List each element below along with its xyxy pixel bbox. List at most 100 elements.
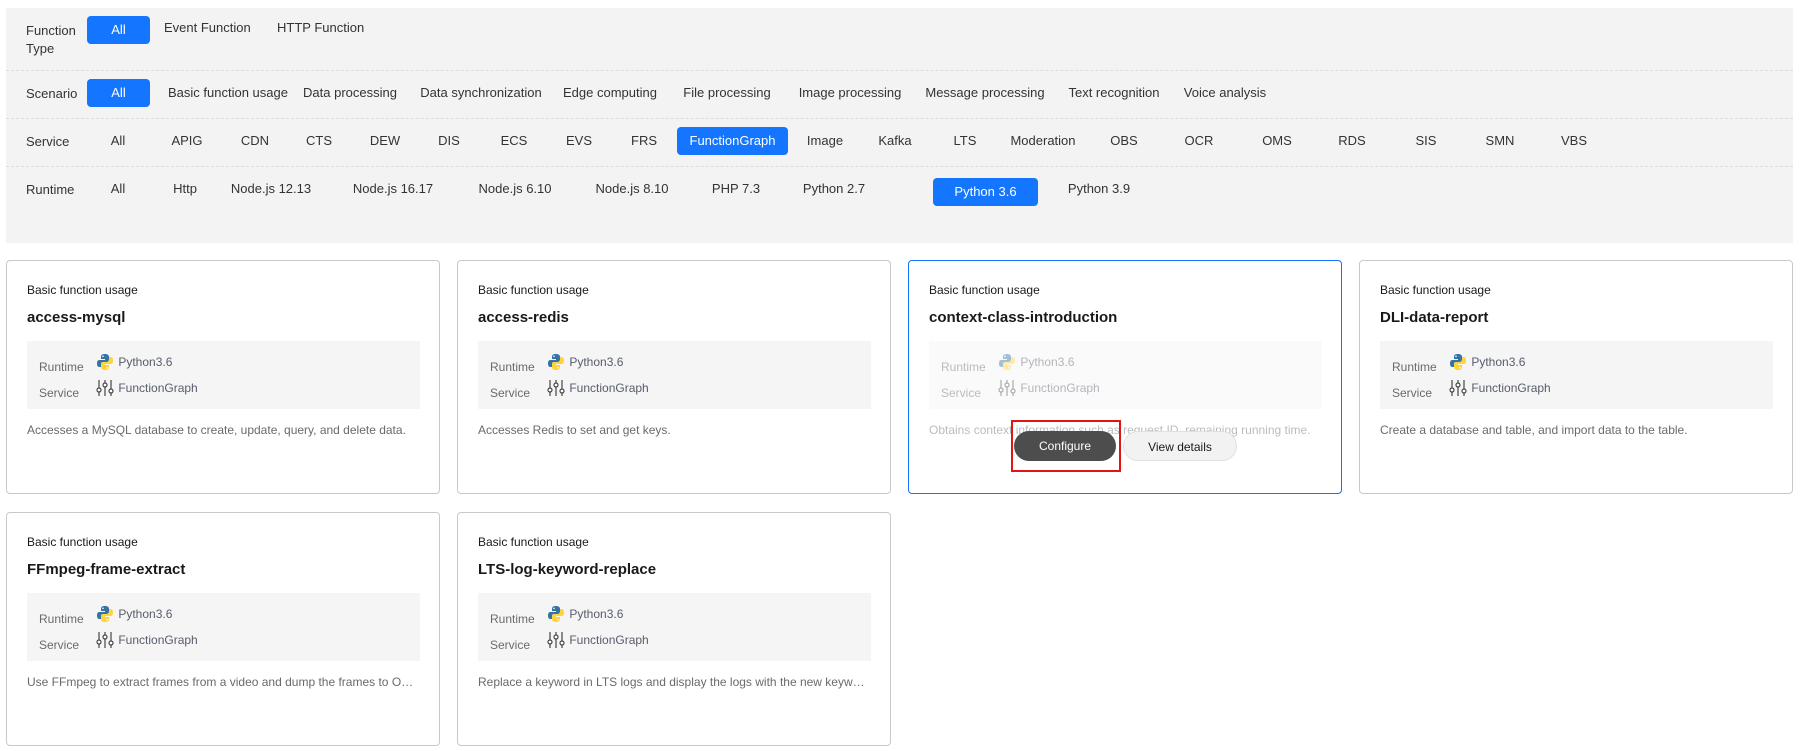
runtime-option-nodejs-6-10[interactable]: Node.js 6.10 — [476, 175, 554, 203]
service-option-frs[interactable]: FRS — [626, 127, 662, 155]
service-option-obs[interactable]: OBS — [1106, 127, 1142, 155]
highlight-box — [1011, 420, 1121, 472]
service-option-smn[interactable]: SMN — [1481, 127, 1519, 155]
runtime-option-python-3-6[interactable]: Python 3.6 — [933, 178, 1038, 206]
card-category: Basic function usage — [27, 283, 138, 297]
python-icon — [1449, 353, 1467, 371]
python-icon — [547, 605, 565, 623]
runtime-option-python-3-9[interactable]: Python 3.9 — [1061, 175, 1137, 203]
runtime-option-nodejs-16-17[interactable]: Node.js 16.17 — [351, 175, 435, 203]
runtime-info-label: Runtime — [941, 360, 986, 374]
scenario-option-file-processing[interactable]: File processing — [681, 79, 773, 107]
service-option-rds[interactable]: RDS — [1334, 127, 1370, 155]
card-service-row: Service FunctionGraph — [941, 379, 1100, 400]
runtime-info-label: Runtime — [39, 612, 84, 626]
card-runtime-row: Runtime Python3.6 — [490, 605, 623, 626]
function-type-option-all[interactable]: All — [87, 16, 150, 44]
service-option-cts[interactable]: CTS — [301, 127, 337, 155]
card-runtime-row: Runtime Python3.6 — [39, 605, 173, 626]
card-title: context-class-introduction — [929, 309, 1118, 326]
service-option-cdn[interactable]: CDN — [237, 127, 273, 155]
service-option-functiongraph[interactable]: FunctionGraph — [677, 127, 788, 155]
service-row: Service All APIG CDN CTS DEW DIS ECS EVS… — [6, 118, 1793, 167]
card-info-box: Runtime Python3.6 Service FunctionGraph — [478, 593, 871, 661]
service-option-lts[interactable]: LTS — [947, 127, 983, 155]
service-option-all[interactable]: All — [101, 127, 135, 155]
service-value: FunctionGraph — [118, 381, 198, 395]
runtime-row: Runtime All Http Node.js 12.13 Node.js 1… — [6, 166, 1793, 214]
runtime-option-all[interactable]: All — [101, 175, 135, 203]
card-description: Replace a keyword in LTS logs and displa… — [478, 675, 871, 689]
service-option-sis[interactable]: SIS — [1410, 127, 1442, 155]
card-runtime-row: Runtime Python3.6 — [490, 353, 623, 374]
template-card-access-mysql[interactable]: Basic function usage access-mysql Runtim… — [6, 260, 440, 494]
card-category: Basic function usage — [478, 283, 589, 297]
card-description: Accesses Redis to set and get keys. — [478, 423, 671, 437]
scenario-option-text-recognition[interactable]: Text recognition — [1061, 79, 1167, 107]
function-type-option-event[interactable]: Event Function — [164, 14, 251, 42]
scenario-label: Scenario — [26, 86, 78, 101]
card-service-row: Service FunctionGraph — [490, 631, 649, 652]
service-option-evs[interactable]: EVS — [561, 127, 597, 155]
scenario-option-data-processing[interactable]: Data processing — [303, 79, 397, 107]
service-option-oms[interactable]: OMS — [1258, 127, 1296, 155]
runtime-info-label: Runtime — [39, 360, 84, 374]
service-option-ocr[interactable]: OCR — [1181, 127, 1217, 155]
template-card-dli-data-report[interactable]: Basic function usage DLI-data-report Run… — [1359, 260, 1793, 494]
runtime-info-label: Runtime — [490, 612, 535, 626]
card-title: LTS-log-keyword-replace — [478, 561, 657, 578]
scenario-option-basic[interactable]: Basic function usage — [164, 79, 292, 107]
runtime-value: Python3.6 — [1471, 355, 1526, 369]
service-option-kafka[interactable]: Kafka — [873, 127, 917, 155]
runtime-option-php-7-3[interactable]: PHP 7.3 — [708, 175, 764, 203]
runtime-option-http[interactable]: Http — [168, 175, 202, 203]
card-runtime-row: Runtime Python3.6 — [1392, 353, 1526, 374]
service-info-label: Service — [1392, 386, 1433, 400]
runtime-label: Runtime — [26, 182, 75, 197]
template-card-context-class-introduction[interactable]: Basic function usage context-class-intro… — [908, 260, 1342, 494]
card-title: FFmpeg-frame-extract — [27, 561, 186, 578]
template-card-ffmpeg-frame-extract[interactable]: Basic function usage FFmpeg-frame-extrac… — [6, 512, 440, 746]
scenario-option-message-processing[interactable]: Message processing — [921, 79, 1049, 107]
service-info-label: Service — [39, 386, 80, 400]
service-option-ecs[interactable]: ECS — [496, 127, 532, 155]
python-icon — [547, 353, 565, 371]
service-option-vbs[interactable]: VBS — [1556, 127, 1592, 155]
python-icon — [96, 353, 114, 371]
view-details-button[interactable]: View details — [1123, 431, 1237, 461]
scenario-option-data-sync[interactable]: Data synchronization — [420, 79, 542, 107]
python-icon — [96, 605, 114, 623]
service-option-moderation[interactable]: Moderation — [1004, 127, 1082, 155]
runtime-option-nodejs-12-13[interactable]: Node.js 12.13 — [229, 175, 313, 203]
service-value: FunctionGraph — [1020, 381, 1100, 395]
runtime-option-python-2-7[interactable]: Python 2.7 — [796, 175, 872, 203]
function-type-label: Function Type — [26, 23, 76, 56]
card-description: Create a database and table, and import … — [1380, 423, 1688, 437]
scenario-option-all[interactable]: All — [87, 79, 150, 107]
card-category: Basic function usage — [27, 535, 138, 549]
functiongraph-icon — [96, 379, 114, 397]
card-runtime-row: Runtime Python3.6 — [39, 353, 172, 374]
function-type-option-http[interactable]: HTTP Function — [277, 14, 364, 42]
service-value: FunctionGraph — [569, 381, 649, 395]
service-option-image[interactable]: Image — [801, 127, 849, 155]
card-description: Use FFmpeg to extract frames from a vide… — [27, 675, 420, 689]
service-option-dew[interactable]: DEW — [366, 127, 404, 155]
card-info-box: Runtime Python3.6 Service FunctionGraph — [929, 341, 1322, 409]
scenario-option-edge-computing[interactable]: Edge computing — [563, 79, 657, 107]
runtime-option-nodejs-8-10[interactable]: Node.js 8.10 — [593, 175, 671, 203]
card-service-row: Service FunctionGraph — [1392, 379, 1551, 400]
scenario-option-image-processing[interactable]: Image processing — [796, 79, 904, 107]
functiongraph-icon — [998, 379, 1016, 397]
card-info-box: Runtime Python3.6 Service FunctionGraph — [27, 593, 420, 661]
card-description: Obtains context information such as requ… — [929, 423, 1311, 437]
card-runtime-row: Runtime Python3.6 — [941, 353, 1074, 374]
service-option-apig[interactable]: APIG — [167, 127, 207, 155]
runtime-value: Python3.6 — [118, 607, 173, 621]
scenario-option-voice-analysis[interactable]: Voice analysis — [1177, 79, 1273, 107]
service-option-dis[interactable]: DIS — [433, 127, 465, 155]
template-card-access-redis[interactable]: Basic function usage access-redis Runtim… — [457, 260, 891, 494]
functiongraph-icon — [547, 631, 565, 649]
function-type-row: Function Type All Event Function HTTP Fu… — [6, 8, 1793, 71]
template-card-lts-log-keyword-replace[interactable]: Basic function usage LTS-log-keyword-rep… — [457, 512, 891, 746]
